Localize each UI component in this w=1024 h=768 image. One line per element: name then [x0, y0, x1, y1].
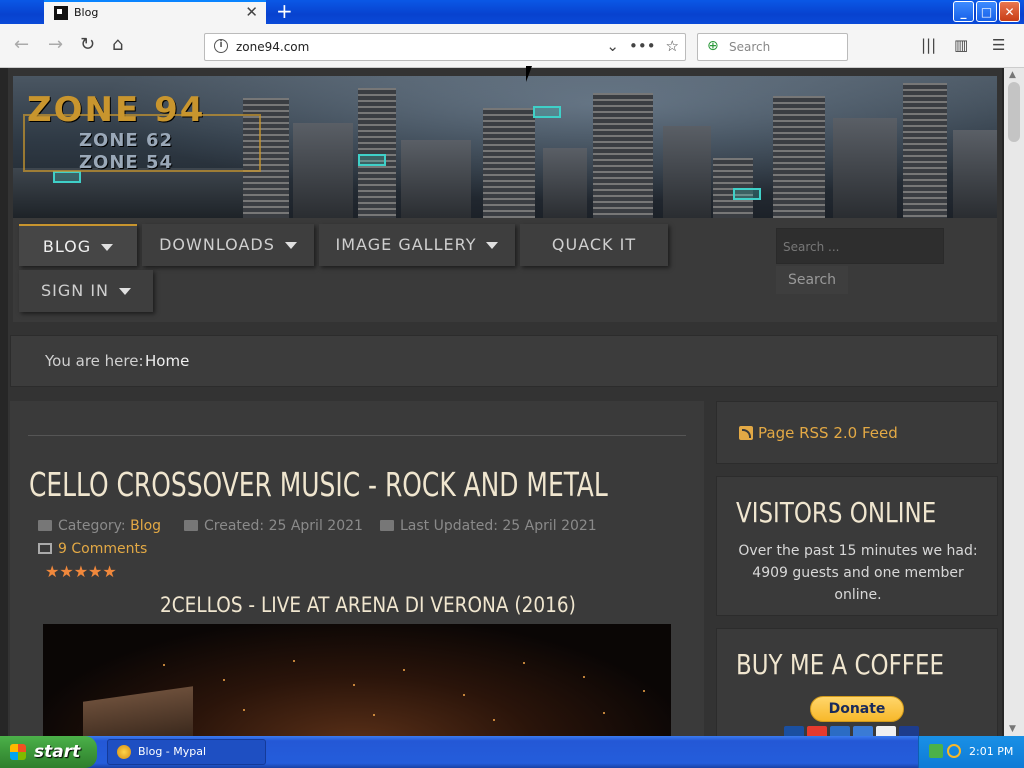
rss-panel: Page RSS 2.0 Feed: [716, 401, 998, 464]
amex-icon: [853, 726, 873, 736]
new-tab-button[interactable]: +: [276, 0, 293, 22]
maximize-button[interactable]: □: [976, 1, 997, 22]
nav-sign-in[interactable]: SIGN IN: [19, 270, 153, 312]
close-window-button[interactable]: ✕: [999, 1, 1020, 22]
maestro-icon: [830, 726, 850, 736]
divider: [28, 435, 686, 436]
breadcrumb: You are here: Home: [10, 335, 998, 387]
nav-image-gallery[interactable]: IMAGE GALLERY: [319, 224, 515, 266]
browser-search-input[interactable]: ⊕ Search: [697, 33, 848, 61]
url-text[interactable]: zone94.com: [236, 40, 309, 54]
donate-button[interactable]: Donate: [810, 696, 904, 722]
dropdown-chevron-icon[interactable]: ⌄: [606, 37, 619, 55]
nav-sign-in-label: SIGN IN: [40, 281, 109, 300]
visa-card-icon: [784, 726, 804, 736]
page-content: ZONE 94 ZONE 62 ZONE 54 BLOG DOWNLOADS I…: [8, 68, 1002, 736]
embedded-video[interactable]: [43, 624, 671, 736]
tab-close-icon[interactable]: ✕: [245, 3, 258, 21]
search-engine-icon: ⊕: [707, 38, 719, 54]
article-panel: CELLO CROSSOVER MUSIC - ROCK AND METAL C…: [10, 401, 704, 736]
minimize-button[interactable]: _: [953, 1, 974, 22]
buy-me-coffee-panel: BUY ME A COFFEE Donate: [716, 628, 998, 736]
site-logo[interactable]: ZONE 94 ZONE 62 ZONE 54: [23, 90, 261, 174]
reload-icon[interactable]: ↻: [80, 34, 95, 55]
search-placeholder: Search: [729, 40, 771, 54]
bookmark-star-icon[interactable]: ☆: [666, 37, 679, 55]
address-bar[interactable]: i zone94.com ⌄ ••• ☆: [204, 33, 686, 61]
mouse-cursor-icon: [526, 66, 538, 82]
search-tray-icon[interactable]: [947, 744, 961, 758]
clock: 2:01 PM: [969, 745, 1014, 758]
mastercard-icon: [807, 726, 827, 736]
windows-flag-icon: [10, 744, 26, 760]
rss-icon: [739, 426, 753, 440]
scrollbar-thumb[interactable]: [1008, 82, 1020, 142]
folder-icon: [38, 520, 52, 531]
caret-down-icon: [101, 244, 114, 251]
breadcrumb-label: You are here:: [45, 352, 144, 370]
comments-link[interactable]: 9 Comments: [38, 541, 147, 557]
site-search-button[interactable]: Search: [776, 266, 848, 294]
network-icon[interactable]: [929, 744, 943, 758]
paypal-card-icon: [899, 726, 919, 736]
page-viewport: ZONE 94 ZONE 62 ZONE 54 BLOG DOWNLOADS I…: [0, 68, 1024, 736]
visitors-online-panel: VISITORS ONLINE Over the past 15 minutes…: [716, 476, 998, 616]
nav-blog[interactable]: BLOG: [19, 224, 137, 266]
sidebar-icon[interactable]: ▥: [954, 36, 968, 54]
browser-toolbar: ← → ↻ ⌂ i zone94.com ⌄ ••• ☆ ⊕ Search ||…: [0, 24, 1024, 68]
nav-quack-it[interactable]: QUACK IT: [520, 224, 668, 266]
library-icon[interactable]: |||: [921, 36, 936, 54]
video-title: 2CELLOS - LIVE AT ARENA DI VERONA (2016): [160, 593, 576, 617]
tab-blog[interactable]: Blog ✕: [44, 0, 266, 24]
nav-quack-it-label: QUACK IT: [551, 235, 637, 254]
page-scrollbar[interactable]: ▲ ▼: [1004, 68, 1024, 736]
start-label: start: [34, 742, 81, 762]
category-link[interactable]: Blog: [130, 518, 161, 534]
window-controls: _ □ ✕: [953, 1, 1020, 22]
forward-arrow-icon[interactable]: →: [48, 34, 63, 55]
scroll-up-icon[interactable]: ▲: [1009, 70, 1016, 80]
visitors-heading: VISITORS ONLINE: [736, 496, 937, 529]
site-info-icon[interactable]: i: [214, 39, 228, 53]
bank-card-icon: [876, 726, 896, 736]
nav-downloads-label: DOWNLOADS: [159, 235, 275, 254]
breadcrumb-home-link[interactable]: Home: [145, 352, 189, 370]
home-icon[interactable]: ⌂: [112, 34, 123, 55]
site-favicon-icon: [54, 6, 68, 20]
site-search-input[interactable]: Search ...: [776, 228, 944, 264]
main-navigation: BLOG DOWNLOADS IMAGE GALLERY QUACK IT SI…: [13, 218, 997, 322]
calendar-icon: [184, 520, 198, 531]
payment-cards: [784, 726, 919, 736]
menu-hamburger-icon[interactable]: ☰: [992, 36, 1005, 54]
windows-taskbar: start Blog - Mypal 2:01 PM: [0, 736, 1024, 768]
page-actions-icon[interactable]: •••: [629, 37, 656, 55]
taskbar-item-mypal[interactable]: Blog - Mypal: [107, 739, 266, 765]
mypal-icon: [117, 745, 131, 759]
article-created: Created: 25 April 2021: [184, 518, 363, 534]
calendar-icon: [380, 520, 394, 531]
start-button[interactable]: start: [0, 736, 97, 768]
caret-down-icon: [486, 242, 499, 249]
article-title[interactable]: CELLO CROSSOVER MUSIC - ROCK AND METAL: [29, 465, 608, 504]
site-header-banner: ZONE 94 ZONE 62 ZONE 54: [13, 76, 997, 218]
system-tray: 2:01 PM: [918, 736, 1024, 768]
tab-title: Blog: [74, 6, 99, 19]
back-arrow-icon[interactable]: ←: [14, 34, 29, 55]
rating-stars[interactable]: ★★★★★: [45, 562, 117, 581]
article-category: Category: Blog: [38, 518, 161, 534]
visitors-text: Over the past 15 minutes we had: 4909 gu…: [738, 543, 978, 603]
taskbar-item-label: Blog - Mypal: [138, 745, 207, 758]
article-updated: Last Updated: 25 April 2021: [380, 518, 597, 534]
rss-feed-link[interactable]: Page RSS 2.0 Feed: [758, 424, 898, 442]
comment-icon: [38, 543, 52, 554]
nav-downloads[interactable]: DOWNLOADS: [142, 224, 314, 266]
caret-down-icon: [119, 288, 131, 295]
scroll-down-icon[interactable]: ▼: [1009, 724, 1016, 734]
nav-blog-label: BLOG: [42, 237, 92, 256]
nav-image-gallery-label: IMAGE GALLERY: [335, 235, 477, 254]
coffee-heading: BUY ME A COFFEE: [736, 648, 945, 681]
browser-tab-bar: Blog ✕ + _ □ ✕: [0, 0, 1024, 24]
caret-down-icon: [284, 242, 297, 249]
